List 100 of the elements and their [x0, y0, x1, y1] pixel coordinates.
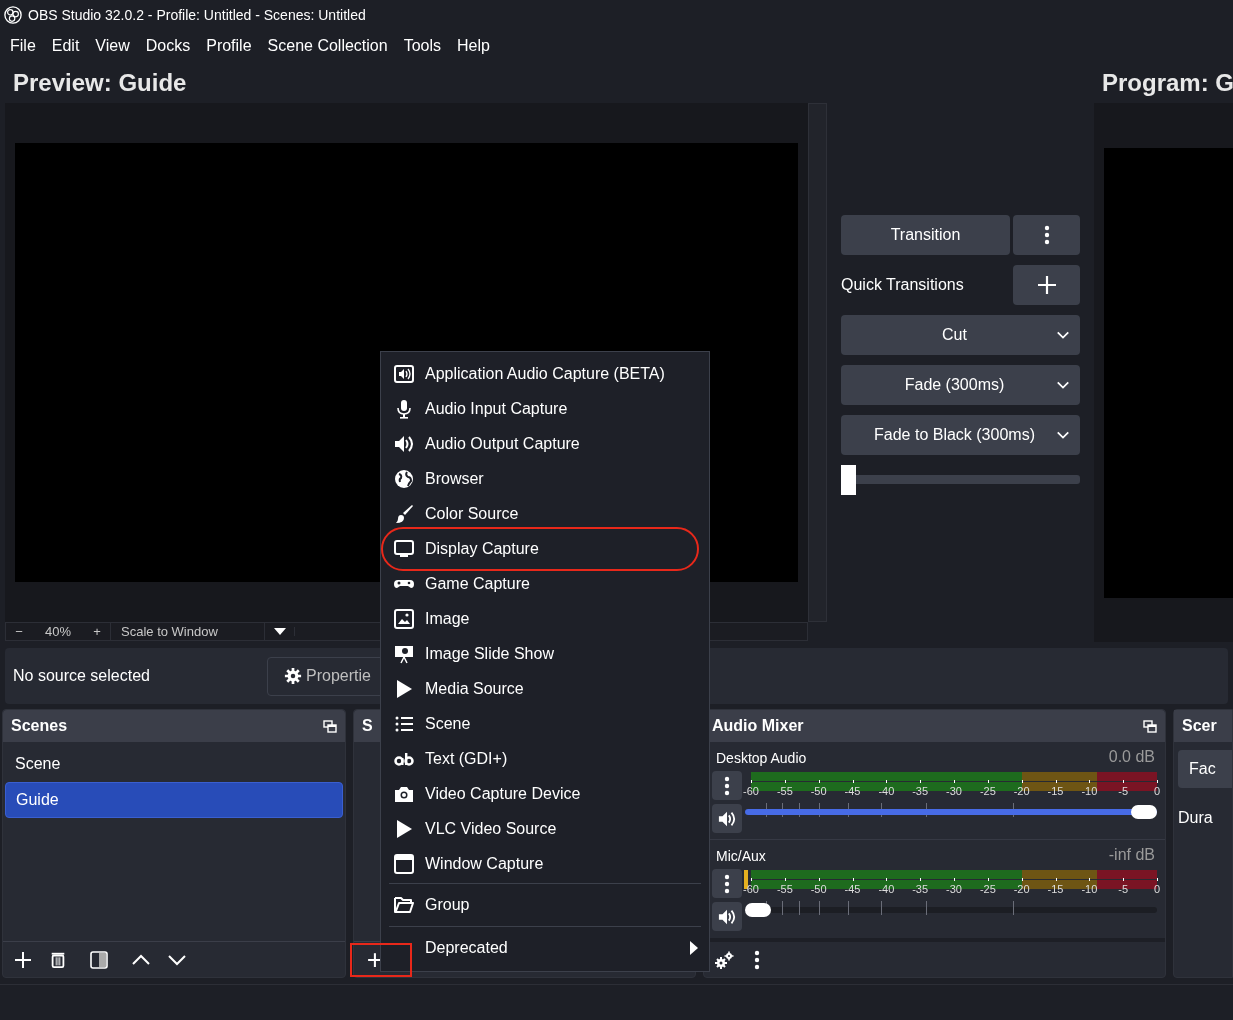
dock-title: Scenes — [11, 716, 68, 736]
trash-icon — [49, 950, 67, 969]
meter-scale-label: -45 — [844, 784, 861, 799]
menu-item[interactable]: Audio Output Capture — [381, 426, 709, 461]
volume-slider[interactable] — [745, 903, 1157, 917]
dock-title: Scer — [1182, 716, 1217, 736]
menu-item[interactable]: Docks — [137, 31, 199, 61]
meter-scale-label: -40 — [878, 784, 895, 799]
menu-item[interactable]: Edit — [43, 31, 88, 61]
selected-scene-item[interactable]: Guide — [5, 782, 343, 818]
gears-icon — [714, 949, 734, 970]
monitor-icon — [394, 538, 414, 559]
quick-transitions-label: Quick Transitions — [841, 275, 964, 295]
menu-item[interactable]: Text (GDI+) — [381, 741, 709, 776]
menu-item[interactable]: Deprecated — [381, 929, 709, 967]
zoom-in-button[interactable]: + — [84, 621, 110, 642]
meter-scale-label: -40 — [878, 882, 895, 897]
play-icon — [394, 818, 414, 839]
add-icon — [13, 949, 33, 970]
menu-item[interactable]: Profile — [198, 31, 260, 61]
dock-title: S — [362, 716, 373, 736]
meter-scale-label: -60 — [743, 882, 759, 897]
folder-icon — [394, 895, 414, 915]
meter-scale-label: -30 — [946, 882, 962, 897]
channel-menu-button[interactable] — [712, 771, 742, 800]
play-icon — [394, 678, 414, 699]
channel-name: Desktop Audio — [716, 749, 807, 768]
menu-item[interactable]: Scene — [381, 706, 709, 741]
meter-scale-label: -35 — [912, 784, 929, 799]
kebab-icon — [724, 873, 730, 894]
channel-menu-button[interactable] — [712, 869, 742, 898]
tbar-slider[interactable] — [841, 465, 1080, 495]
preview-title: Preview: Guide — [13, 67, 187, 98]
transition-dropdown[interactable]: Fac — [1178, 750, 1232, 788]
microphone-icon — [394, 398, 414, 419]
meter-scale-label: 0 — [1153, 784, 1161, 799]
menu-item[interactable]: Scene Collection — [259, 31, 396, 61]
meter-scale-label: -30 — [946, 784, 962, 799]
menu-item[interactable]: Group — [381, 886, 709, 924]
quick-transition-dropdown[interactable]: Fade to Black (300ms) — [841, 415, 1080, 455]
add-quick-transition-button[interactable] — [1013, 265, 1080, 305]
meter-scale-label: -15 — [1047, 784, 1064, 799]
volume-slider[interactable] — [745, 805, 1157, 819]
zoom-out-button[interactable]: − — [6, 621, 32, 642]
menu-item[interactable]: Display Capture — [381, 531, 709, 566]
more-options-icon — [754, 949, 760, 970]
duration-label: Dura — [1177, 808, 1214, 828]
meter-scale-label: -60 — [743, 784, 759, 799]
window-icon — [394, 853, 414, 874]
menu-item[interactable]: Game Capture — [381, 566, 709, 601]
channel-reading: 0.0 dB — [1108, 748, 1155, 767]
menu-item[interactable]: Color Source — [381, 496, 709, 531]
meter-scale-label: 0 — [1153, 882, 1161, 897]
slideshow-icon — [394, 643, 414, 664]
meter-scale-label: -35 — [912, 882, 929, 897]
meter-scale-label: -20 — [1013, 784, 1030, 799]
scene-item[interactable]: Scene — [5, 746, 343, 782]
window-title: OBS Studio 32.0.2 - Profile: Untitled - Scenes: Untitled — [28, 5, 366, 25]
menu-item[interactable]: Audio Input Capture — [381, 391, 709, 426]
meter-scale-label: -20 — [1013, 882, 1030, 897]
meter-scale-label: -10 — [1081, 882, 1098, 897]
meter-scale-label: -55 — [776, 784, 793, 799]
brush-icon — [394, 503, 414, 524]
meter-scale-label: -5 — [1118, 784, 1129, 799]
quick-transition-dropdown[interactable]: Cut — [841, 315, 1080, 355]
channel-reading: -inf dB — [1108, 846, 1155, 865]
scale-mode-dropdown[interactable]: Scale to Window — [110, 621, 265, 642]
menu-item[interactable]: Application Audio Capture (BETA) — [381, 356, 709, 391]
globe-icon — [394, 468, 414, 489]
meter-scale-label: -50 — [810, 882, 827, 897]
plus-icon — [1036, 275, 1057, 295]
menu-item[interactable]: Help — [449, 31, 498, 61]
menu-item[interactable]: Tools — [395, 31, 449, 61]
kebab-icon — [724, 775, 730, 796]
menu-item[interactable]: File — [2, 31, 44, 61]
slider-thumb[interactable] — [1131, 805, 1157, 819]
mute-button[interactable] — [712, 804, 742, 833]
menu-item[interactable]: Window Capture — [381, 846, 709, 881]
transition-button[interactable]: Transition — [841, 215, 1010, 255]
tbar-handle[interactable] — [841, 465, 856, 495]
dropdown-arrow-icon — [272, 627, 287, 636]
quick-transition-dropdown[interactable]: Fade (300ms) — [841, 365, 1080, 405]
meter-scale-label: -10 — [1081, 784, 1098, 799]
speaker-icon — [718, 907, 736, 926]
dock-title: Audio Mixer — [712, 716, 804, 736]
menu-item[interactable]: Image — [381, 601, 709, 636]
meter-scale-label: -25 — [979, 882, 996, 897]
meter-scale-label: -5 — [1118, 882, 1129, 897]
menu-item[interactable]: Browser — [381, 461, 709, 496]
undock-icon — [1143, 719, 1157, 733]
meter-scale-label: -55 — [776, 882, 793, 897]
menu-item[interactable]: VLC Video Source — [381, 811, 709, 846]
gear-icon — [284, 667, 302, 685]
menu-item[interactable]: View — [87, 31, 138, 61]
slider-thumb[interactable] — [745, 903, 771, 917]
mute-button[interactable] — [712, 902, 742, 931]
meter-scale-label: -25 — [979, 784, 996, 799]
image-icon — [394, 608, 414, 629]
kebab-icon — [1043, 225, 1050, 245]
menu-item[interactable]: Video Capture Device — [381, 776, 709, 811]
